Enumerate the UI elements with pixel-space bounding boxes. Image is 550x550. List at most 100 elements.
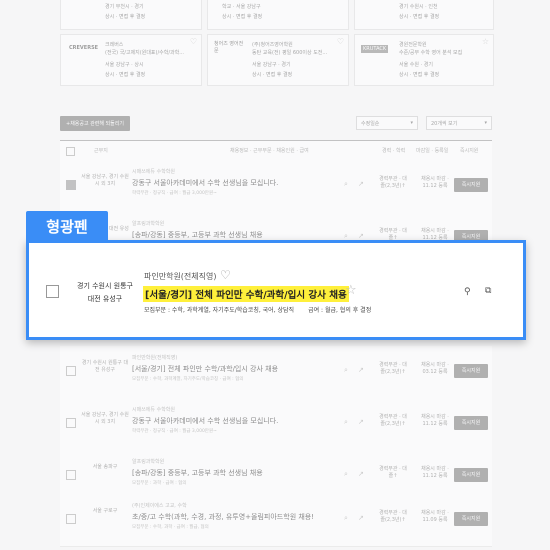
open-icon[interactable]: ↗ [358, 470, 366, 478]
heart-icon[interactable]: ♡ [337, 37, 344, 46]
table-header: 근무지 채용정보 · 근무부문 · 채용인원 · 급여 경력 · 학력 마감일 … [60, 140, 492, 162]
row-title[interactable]: [송파/강동] 중등부, 고등부 과학 선생님 채용 [132, 468, 263, 478]
apply-button[interactable]: 즉시지원 [454, 364, 488, 378]
row-location: 경기 수원시 원통구 대전 유성구 [81, 360, 129, 373]
row-sub: 모집부문 : 수학, 과학 · 급여 : 월급, 협의 [132, 525, 209, 530]
col-career: 경력 · 학력 [382, 148, 406, 154]
top-card[interactable]: 경기 수원시 · 인천 상시 · 면접 후 결정 [354, 0, 494, 30]
apply-button[interactable]: 즉시지원 [454, 416, 488, 430]
col-info: 채용정보 · 근무부문 · 채용인원 · 급여 [230, 148, 309, 154]
row-company[interactable]: 파인만학원(전체직영) [132, 354, 177, 361]
row-location: 서울 강남구, 경기 수원시 외 3지 [81, 174, 129, 187]
top-card-line2: 상시 · 면접 후 결정 [399, 14, 440, 20]
top-card[interactable]: 경기 부천시 · 경기 상시 · 면접 후 결정 [60, 0, 202, 30]
row-deadline: 채용시 마감 · 11.12 등록 [421, 466, 449, 479]
row-deadline: 채용시 마감 · 11.12 등록 [421, 414, 449, 427]
undo-filter-button[interactable]: +채용공고 관련해 되돌리기 [60, 116, 130, 131]
search-icon[interactable]: ⌕ [344, 418, 352, 426]
company-deadline: 상시 · 면접 후 결정 [105, 72, 146, 78]
company-logo: KRUTACK [361, 45, 389, 53]
per-page-value: 20개씩 보기 [431, 121, 458, 127]
row-location: 서울 구로구 [92, 508, 118, 514]
highlight-title[interactable]: [서울/경기] 전체 파인만 수학/과학/입시 강사 채용 [143, 286, 349, 302]
search-icon[interactable]: ⌕ [344, 232, 352, 240]
top-card-line1: 경기 수원시 · 인천 [399, 4, 438, 10]
row-company[interactable]: 시매쓰에듀 수학학원 [132, 406, 175, 413]
row-checkbox[interactable] [66, 470, 76, 480]
company-card[interactable]: 청어즈 영어전문 (주)청어즈영어학원 동탄 교육(전) 평일 600이상 도전… [207, 34, 349, 86]
apply-button[interactable]: 즉시지원 [454, 512, 488, 526]
row-title[interactable]: [서울/경기] 전체 파인만 수학/과학/입시 강사 채용 [132, 364, 278, 374]
row-sub: 모집부문 : 수학, 과학계열, 자기주도/학습코칭 · 급여 : 협의 [132, 377, 244, 382]
row-deadline: 채용시 마감 · 11.09 등록 [421, 510, 449, 523]
open-icon[interactable]: ↗ [358, 180, 366, 188]
highlight-dept: 모집부문 : 수학, 과학계열, 자기주도/학습코칭, 국어, 상담직 [144, 307, 295, 314]
table-row[interactable]: 서울 구로구 (주)인제이에스 고교, 수학 초/중/고 수학(과학, 수경, … [60, 494, 492, 547]
row-location: 서울 송파구 [92, 464, 118, 470]
highlighter-badge: 형광펜 [26, 211, 108, 243]
top-card-line1: 경기 부천시 · 경기 [105, 4, 144, 10]
sort-select[interactable]: 수정일순 ▾ [356, 116, 418, 130]
company-card[interactable]: KRUTACK 경원전문학원 수준/공부 수학 영어 분석 모집 서울 수원 ·… [354, 34, 494, 86]
company-deadline: 상시 · 면접 후 결정 [252, 72, 293, 78]
apply-button[interactable]: 즉시지원 [454, 178, 488, 192]
heart-icon[interactable]: ♡ [190, 37, 197, 46]
row-title[interactable]: [송파/강동] 중등부, 고등부 과학 선생님 채용 [132, 230, 263, 240]
search-icon[interactable]: ⌕ [344, 514, 352, 522]
highlight-meta: 모집부문 : 수학, 과학계열, 자기주도/학습코칭, 국어, 상담직 급여 : … [144, 305, 371, 314]
row-location: 서울 강남구, 경기 수원시 외 3지 [81, 412, 129, 425]
open-icon[interactable]: ↗ [358, 418, 366, 426]
open-in-new-icon[interactable]: ⧉ [485, 286, 491, 296]
row-company[interactable]: 알프링과학학원 [132, 220, 164, 227]
per-page-select[interactable]: 20개씩 보기 ▾ [426, 116, 492, 130]
star-icon[interactable]: ☆ [482, 37, 489, 46]
row-career: 경력무관 · 대졸↑ [379, 466, 407, 479]
open-icon[interactable]: ↗ [358, 232, 366, 240]
highlight-pay: 급여 : 월급, 협의 후 결정 [308, 307, 372, 314]
open-icon[interactable]: ↗ [358, 514, 366, 522]
company-meta: 서울 강남구 · 상시 [105, 62, 144, 68]
company-title: 수준/공부 수학 영어 분석 모집 [399, 50, 463, 56]
row-checkbox[interactable] [66, 366, 76, 376]
top-card-line1: 학교 · 서울 강남구 [222, 4, 261, 10]
row-deadline: 채용시 마감 · 11.12 등록 [421, 176, 449, 189]
row-company[interactable]: 알프링과학학원 [132, 458, 164, 465]
company-logo: CREVERSE [69, 45, 99, 51]
row-sub: 학력무관 · 정규직 · 급여 : 월급 3,000만원~ [132, 191, 217, 196]
company-logo: 청어즈 영어전문 [214, 41, 244, 54]
top-card[interactable]: 학교 · 서울 강남구 상시 · 면접 후 결정 [207, 0, 349, 30]
company-title: (전국) 국/고제지(원대표)/수학/과학... [105, 50, 185, 56]
star-icon[interactable]: ☆ [345, 283, 357, 298]
company-name: 크레버스 [105, 42, 124, 48]
company-card[interactable]: CREVERSE 크레버스 (전국) 국/고제지(원대표)/수학/과학... 서… [60, 34, 202, 86]
search-icon[interactable]: ⌕ [344, 366, 352, 374]
apply-button[interactable]: 즉시지원 [454, 468, 488, 482]
row-checkbox[interactable] [66, 418, 76, 428]
highlight-company[interactable]: 파인만학원(전체직영) [144, 271, 216, 282]
select-all-checkbox[interactable] [66, 147, 75, 156]
search-icon[interactable]: ⌕ [344, 180, 352, 188]
row-company[interactable]: (주)인제이에스 고교, 수학 [132, 502, 187, 509]
table-row[interactable]: 서울 강남구, 경기 수원시 외 3지 시매쓰에듀 수학학원 강동구 서울아카데… [60, 398, 492, 451]
heart-icon[interactable]: ♡ [220, 268, 231, 282]
row-sub: 모집부문 : 과학 · 급여 : 협의 [132, 481, 187, 486]
search-icon[interactable]: ⚲ [464, 287, 471, 297]
row-checkbox[interactable] [66, 514, 76, 524]
company-meta: 서울 강남구 · 경기 [252, 62, 291, 68]
open-icon[interactable]: ↗ [358, 366, 366, 374]
table-row[interactable]: 서울 강남구, 경기 수원시 외 3지 시매쓰에듀 수학학원 강동구 서울아카데… [60, 160, 492, 213]
row-title[interactable]: 초/중/고 수학(과학, 수경, 과정, 유투영+올림피아드학원 채용! [132, 512, 314, 522]
search-icon[interactable]: ⌕ [344, 470, 352, 478]
company-meta: 서울 수원 · 경기 [399, 62, 433, 68]
highlight-checkbox[interactable] [46, 285, 59, 298]
row-company[interactable]: 시매쓰에듀 수학학원 [132, 168, 175, 175]
col-location: 근무지 [94, 148, 108, 154]
row-career: 경력무관 · 대졸(2,3년)↑ [379, 510, 407, 523]
row-title[interactable]: 강동구 서울아카데미에서 수학 선생님을 모십니다. [132, 178, 278, 188]
row-deadline: 채용시 마감 · 03.12 등록 [421, 362, 449, 375]
highlighted-listing[interactable]: 경기 수원시 원통구 대전 유성구 파인만학원(전체직영) ♡ [서울/경기] … [26, 240, 526, 340]
row-title[interactable]: 강동구 서울아카데미에서 수학 선생님을 모십니다. [132, 416, 278, 426]
row-checkbox[interactable] [66, 180, 76, 190]
table-row[interactable]: 경기 수원시 원통구 대전 유성구 파인만학원(전체직영) [서울/경기] 전체… [60, 346, 492, 399]
row-career: 경력무관 · 대졸(2,3년)↑ [379, 414, 407, 427]
